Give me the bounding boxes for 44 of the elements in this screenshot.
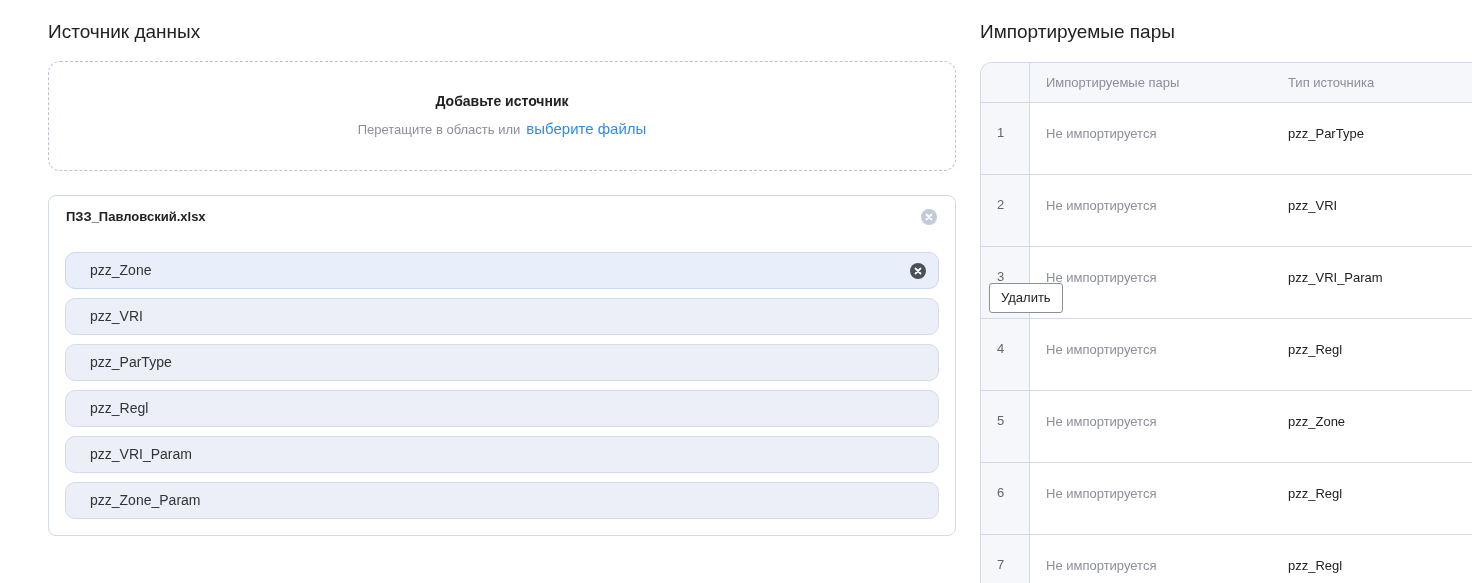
row-number: 1	[997, 125, 1005, 140]
sheet-name: pzz_Zone_Param	[90, 491, 201, 510]
table-cell: pzz_ParType	[1288, 126, 1364, 141]
table-cell: pzz_VRI_Param	[1288, 270, 1383, 285]
dropzone-hint: Перетащите в область или	[357, 121, 521, 140]
section-title: Источник данных	[48, 20, 202, 44]
sheet-item[interactable]: pzz_Regl	[65, 390, 939, 427]
table-cell: Не импортируется	[1046, 270, 1157, 285]
column-header: Тип источника	[1288, 73, 1375, 92]
sheet-item[interactable]: pzz_VRI_Param	[65, 436, 939, 473]
table-cell: Не импортируется	[1046, 126, 1157, 141]
table-cell: pzz_Regl	[1288, 558, 1343, 573]
column-header: Импортируемые пары	[1046, 73, 1180, 92]
sheet-name: pzz_VRI	[90, 307, 143, 326]
tooltip: Удалить	[989, 283, 1063, 313]
table-cell: pzz_Regl	[1288, 486, 1343, 501]
sheet-item[interactable]: pzz_VRI	[65, 298, 939, 335]
row-number: 6	[997, 485, 1005, 500]
sheet-item[interactable]: pzz_ParType	[65, 344, 939, 381]
dropzone[interactable]: Добавьте источник Перетащите в область или выберите файлы	[48, 61, 956, 171]
sheet-name: pzz_ParType	[90, 353, 172, 372]
sheet-item[interactable]: pzz_Zone	[65, 252, 939, 289]
sheet-name: pzz_VRI_Param	[90, 445, 192, 464]
table-cell: Не импортируется	[1046, 198, 1157, 213]
choose-files-link[interactable]: выберите файлы	[526, 118, 647, 141]
dropzone-title: Добавьте источник	[435, 92, 569, 112]
section-title: Импортируемые пары	[980, 20, 1176, 44]
file-name: ПЗЗ_Павловский.xlsx	[66, 208, 206, 227]
row-number: 5	[997, 413, 1005, 428]
table-cell: pzz_Zone	[1288, 414, 1346, 429]
table-cell: Не импортируется	[1046, 486, 1157, 501]
table-cell: Не импортируется	[1046, 342, 1157, 357]
table-cell: Не импортируется	[1046, 558, 1157, 573]
row-number: 3	[997, 269, 1005, 284]
sheet-name: pzz_Regl	[90, 399, 149, 418]
remove-sheet-icon[interactable]	[910, 262, 926, 279]
row-number: 4	[997, 341, 1005, 356]
row-number: 7	[997, 557, 1005, 572]
sheet-item[interactable]: pzz_Zone_Param	[65, 482, 939, 519]
sheet-name: pzz_Zone	[90, 261, 152, 280]
row-number: 2	[997, 197, 1005, 212]
table-cell: pzz_Regl	[1288, 342, 1343, 357]
table-cell: Не импортируется	[1046, 414, 1157, 429]
table-cell: pzz_VRI	[1288, 198, 1338, 213]
